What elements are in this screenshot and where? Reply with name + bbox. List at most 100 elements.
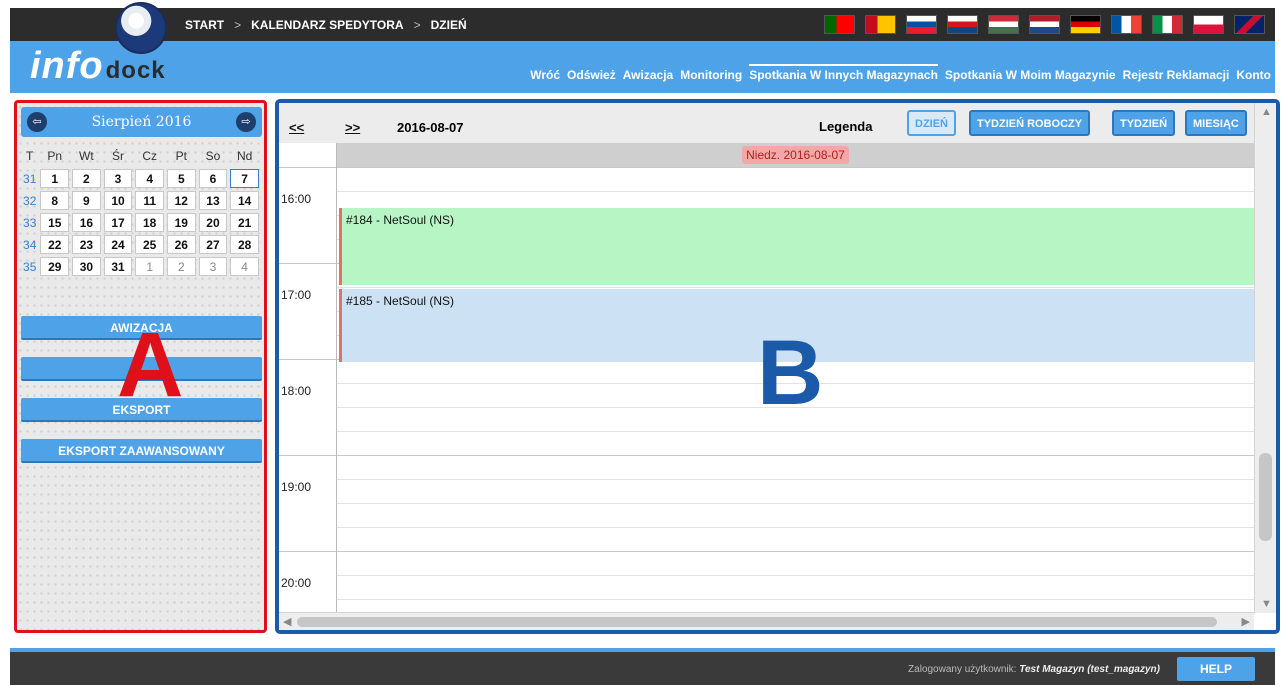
left-panel: ⇦ Sierpień 2016 ⇨ T Pn Wt Śr Cz Pt So Nd 31 1 2 3 4… — [14, 100, 267, 633]
prev-day-link[interactable]: << — [289, 120, 304, 135]
hour-line — [279, 167, 1254, 168]
nav-advice[interactable]: Awizacja — [623, 68, 673, 82]
calendar-day[interactable]: 2 — [72, 169, 101, 188]
nav-account[interactable]: Konto — [1236, 68, 1271, 82]
next-day-link[interactable]: >> — [345, 120, 360, 135]
calendar-day[interactable]: 2 — [166, 257, 196, 276]
flag-netherlands-icon[interactable] — [1029, 15, 1060, 34]
next-month-icon[interactable]: ⇨ — [236, 112, 256, 132]
view-week-button[interactable]: TYDZIEŃ — [1112, 110, 1176, 136]
flag-france-icon[interactable] — [1111, 15, 1142, 34]
flag-spain-icon[interactable] — [865, 15, 896, 34]
scroll-down-icon[interactable]: ▼ — [1261, 598, 1272, 610]
flag-germany-icon[interactable] — [1070, 15, 1101, 34]
nav-refresh[interactable]: Odśwież — [567, 68, 616, 82]
nav-other-warehouses[interactable]: Spotkania W Innych Magazynach — [749, 64, 938, 82]
flag-poland-icon[interactable] — [1193, 15, 1224, 34]
calendar-day[interactable]: 28 — [230, 235, 259, 254]
nav-bar: infodock Wróć Odśwież Awizacja Monitorin… — [10, 41, 1275, 93]
nav-monitoring[interactable]: Monitoring — [680, 68, 742, 82]
horizontal-scroll-thumb[interactable] — [297, 617, 1217, 627]
day-column-header: Niedz. 2016-08-07 — [337, 143, 1254, 167]
weekday-header: Śr — [112, 149, 125, 163]
nav-back[interactable]: Wróć — [530, 68, 560, 82]
calendar-day[interactable]: 11 — [135, 191, 164, 210]
calendar-day[interactable]: 27 — [198, 235, 228, 254]
hour-label: 16:00 — [281, 192, 312, 206]
weekday-header: Pt — [175, 149, 187, 163]
quarter-line — [337, 479, 1254, 480]
weekday-header: Nd — [236, 149, 253, 163]
calendar-day[interactable]: 22 — [40, 235, 70, 254]
view-month-button[interactable]: MIESIĄC — [1185, 110, 1247, 136]
hour-label: 20:00 — [281, 576, 312, 590]
event-184[interactable]: #184 - NetSoul (NS) — [339, 208, 1254, 285]
calendar-day[interactable]: 10 — [103, 191, 133, 210]
calendar-day[interactable]: 8 — [40, 191, 70, 210]
calendar-day[interactable]: 29 — [40, 257, 70, 276]
calendar-day[interactable]: 4 — [135, 169, 164, 188]
scroll-right-icon[interactable]: ▶ — [1242, 615, 1250, 628]
week-number: 34 — [23, 237, 37, 252]
calendar-day[interactable]: 5 — [166, 169, 196, 188]
calendar-day[interactable]: 17 — [103, 213, 133, 232]
weekday-header: Wt — [79, 149, 94, 163]
calendar-day[interactable]: 25 — [135, 235, 164, 254]
vertical-scrollbar[interactable]: ▲ ▼ — [1254, 103, 1276, 613]
calendar-day[interactable]: 18 — [135, 213, 164, 232]
calendar-day[interactable]: 1 — [40, 169, 70, 188]
weekday-header: T — [26, 149, 34, 163]
legend-label[interactable]: Legenda — [819, 119, 872, 134]
calendar-day[interactable]: 16 — [72, 213, 101, 232]
calendar-day[interactable]: 6 — [198, 169, 228, 188]
calendar-day[interactable]: 15 — [40, 213, 70, 232]
view-workweek-button[interactable]: TYDZIEŃ ROBOCZY — [969, 110, 1091, 136]
calendar-day[interactable]: 23 — [72, 235, 101, 254]
flag-hungary-icon[interactable] — [988, 15, 1019, 34]
calendar-day[interactable]: 31 — [103, 257, 133, 276]
language-flags — [824, 15, 1265, 34]
horizontal-scrollbar[interactable]: ◀ ▶ — [279, 612, 1254, 630]
hour-label: 18:00 — [281, 384, 312, 398]
view-day-button[interactable]: DZIEŃ — [907, 110, 956, 136]
calendar-day[interactable]: 19 — [166, 213, 196, 232]
quarter-line — [337, 575, 1254, 576]
logged-user-info: Zalogowany użytkownik: Test Magazyn (tes… — [908, 664, 1160, 675]
mini-calendar: T Pn Wt Śr Cz Pt So Nd 31 1 2 3 4 5 6 7 32 8 9 10 11 12 13 14 3… — [19, 143, 262, 279]
calendar-day[interactable]: 12 — [166, 191, 196, 210]
breadcrumb-day: DZIEŃ — [430, 18, 467, 32]
flag-italy-icon[interactable] — [1152, 15, 1183, 34]
current-date: 2016-08-07 — [397, 120, 464, 135]
calendar-day[interactable]: 24 — [103, 235, 133, 254]
hour-label: 17:00 — [281, 288, 312, 302]
calendar-day[interactable]: 26 — [166, 235, 196, 254]
calendar-day[interactable]: 30 — [72, 257, 101, 276]
help-button[interactable]: HELP — [1177, 657, 1255, 681]
scroll-left-icon[interactable]: ◀ — [283, 615, 291, 628]
breadcrumb-start[interactable]: START — [185, 18, 224, 32]
calendar-day[interactable]: 3 — [198, 257, 228, 276]
vertical-scroll-thumb[interactable] — [1259, 453, 1272, 541]
nav-complaints[interactable]: Rejestr Reklamacji — [1123, 68, 1230, 82]
flag-uk-icon[interactable] — [1234, 15, 1265, 34]
scroll-up-icon[interactable]: ▲ — [1261, 106, 1272, 118]
calendar-day[interactable]: 20 — [198, 213, 228, 232]
breadcrumb-separator: > — [234, 18, 242, 32]
time-column: 16:00 17:00 18:00 19:00 20:00 — [279, 143, 337, 613]
logo-ball-icon — [115, 2, 167, 54]
nav-my-warehouse[interactable]: Spotkania W Moim Magazynie — [945, 68, 1116, 82]
calendar-day[interactable]: 3 — [103, 169, 133, 188]
breadcrumb-calendar[interactable]: KALENDARZ SPEDYTORA — [251, 18, 403, 32]
flag-portugal-icon[interactable] — [824, 15, 855, 34]
flag-slovakia-icon[interactable] — [906, 15, 937, 34]
calendar-day[interactable]: 14 — [230, 191, 259, 210]
flag-czech-icon[interactable] — [947, 15, 978, 34]
calendar-day[interactable]: 4 — [230, 257, 259, 276]
calendar-day[interactable]: 9 — [72, 191, 101, 210]
calendar-day[interactable]: 13 — [198, 191, 228, 210]
export-advanced-button[interactable]: EKSPORT ZAAWANSOWANY — [21, 439, 262, 463]
calendar-day[interactable]: 21 — [230, 213, 259, 232]
logged-user-label: Zalogowany użytkownik: — [908, 664, 1017, 675]
calendar-day[interactable]: 7 — [230, 169, 259, 188]
calendar-day[interactable]: 1 — [135, 257, 164, 276]
